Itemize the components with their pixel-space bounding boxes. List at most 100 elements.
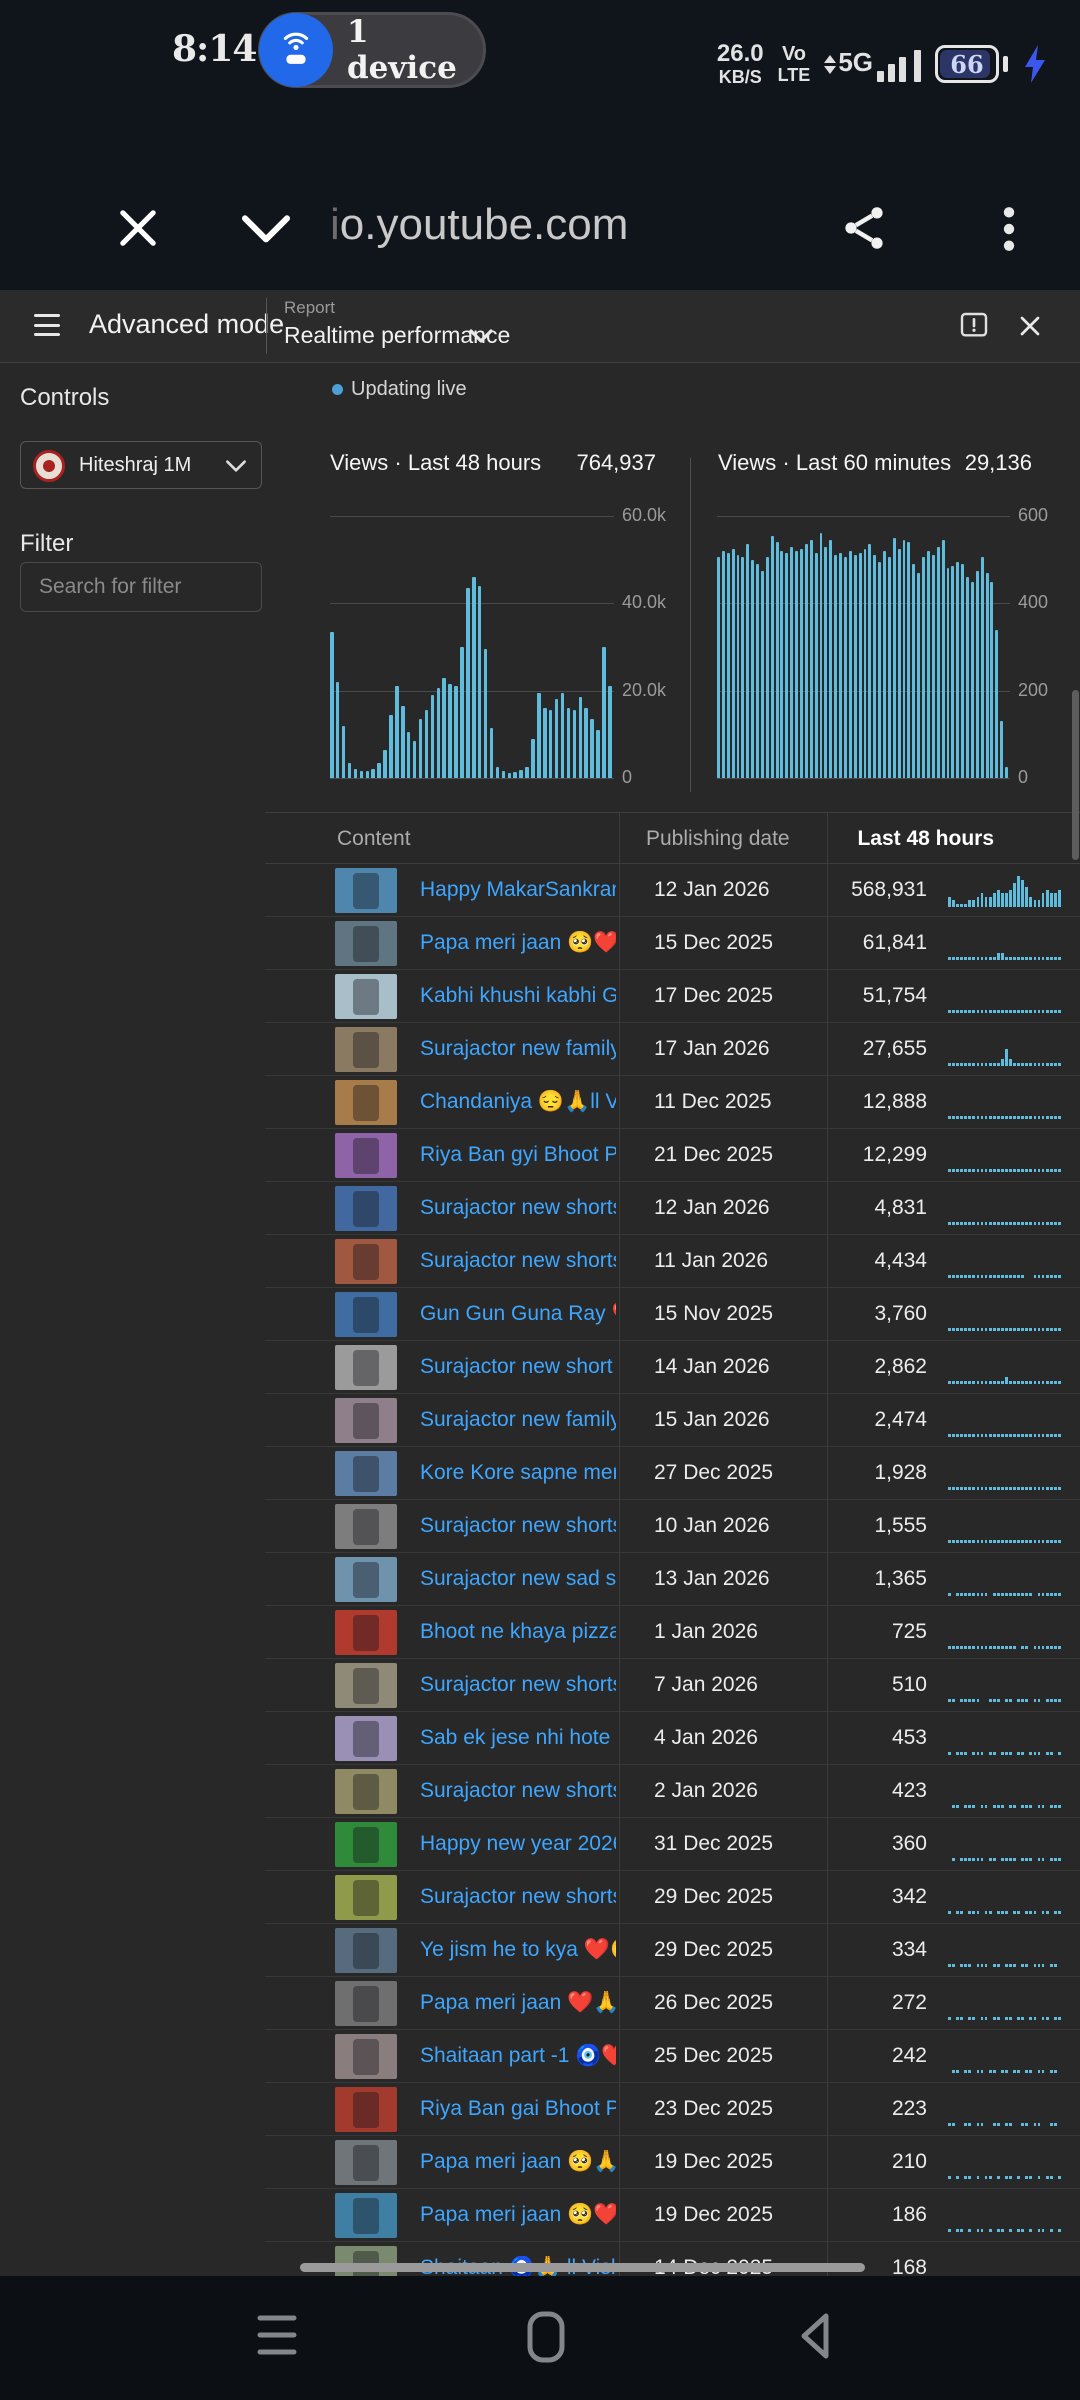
video-thumbnail[interactable]: [335, 1451, 397, 1496]
table-row[interactable]: Papa meri jaan 🥺❤️ll Vishal...15 Dec 202…: [265, 917, 1080, 970]
video-thumbnail[interactable]: [335, 1292, 397, 1337]
table-row[interactable]: Surajactor new shorts #suraj...11 Jan 20…: [265, 1235, 1080, 1288]
table-row[interactable]: Shaitaan part -1 🧿❤️ll Vish...25 Dec 202…: [265, 2030, 1080, 2083]
video-thumbnail[interactable]: [335, 1981, 397, 2026]
video-thumbnail[interactable]: [335, 1663, 397, 1708]
video-thumbnail[interactable]: [335, 1557, 397, 1602]
chart-bar[interactable]: [976, 571, 979, 778]
collapse-chevron-icon[interactable]: [238, 212, 294, 248]
video-title-link[interactable]: Surajactor new shorts #suraj...: [420, 1249, 616, 1273]
chart-bar[interactable]: [956, 562, 959, 778]
table-row[interactable]: Surajactor new sad shorts #...13 Jan 202…: [265, 1553, 1080, 1606]
chart-bar[interactable]: [525, 767, 529, 778]
video-thumbnail[interactable]: [335, 2034, 397, 2079]
video-thumbnail[interactable]: [335, 1769, 397, 1814]
chart-bar[interactable]: [898, 549, 901, 778]
chart-bar[interactable]: [961, 564, 964, 778]
chart-bar[interactable]: [496, 767, 500, 778]
chart-bar[interactable]: [785, 553, 788, 778]
table-row[interactable]: Kabhi khushi kabhi Gam ❤️...17 Dec 20255…: [265, 970, 1080, 1023]
video-thumbnail[interactable]: [335, 1027, 397, 1072]
chart-bar[interactable]: [389, 715, 393, 778]
chart-bar[interactable]: [888, 557, 891, 778]
video-title-link[interactable]: Kore Kore sapne mere 😍ll Vi...: [420, 1461, 616, 1485]
chart-bar[interactable]: [907, 542, 910, 778]
video-title-link[interactable]: Surajactor new family shorts ...: [420, 1037, 616, 1061]
chart-bar[interactable]: [912, 564, 915, 778]
chart-bar[interactable]: [722, 551, 725, 778]
recents-menu-icon[interactable]: [254, 2310, 300, 2365]
header-last-48-hours[interactable]: Last 48 hours: [857, 827, 994, 851]
chart-bar[interactable]: [878, 562, 881, 778]
video-title-link[interactable]: Surajactor new family shorts ...: [420, 1408, 616, 1432]
video-title-link[interactable]: Riya Ban gai Bhoot Part -4 ll ...: [420, 2097, 616, 2121]
url-text[interactable]: io.youtube.com: [330, 200, 628, 250]
close-tab-icon[interactable]: [112, 202, 164, 254]
chart-bar[interactable]: [751, 560, 754, 778]
video-title-link[interactable]: Papa meri jaan 🥺❤️ll Vishal...: [420, 931, 616, 955]
video-title-link[interactable]: Chandaniya 😔🙏ll Vishal Ra...: [420, 1090, 616, 1114]
chart-bar[interactable]: [839, 553, 842, 778]
chart-bar[interactable]: [502, 771, 506, 778]
chart-bar[interactable]: [366, 771, 370, 778]
channel-selector[interactable]: Hiteshraj 1M: [20, 441, 262, 489]
chart-bar[interactable]: [893, 538, 896, 778]
home-icon[interactable]: [524, 2310, 568, 2369]
chart-bar[interactable]: [454, 686, 458, 778]
chart-bar[interactable]: [995, 630, 998, 778]
table-row[interactable]: Surajactor new family shorts ...15 Jan 2…: [265, 1394, 1080, 1447]
table-row[interactable]: Bhoot ne khaya pizza 🍕😄ll ...1 Jan 20267…: [265, 1606, 1080, 1659]
table-row[interactable]: Surajactor new shorts #suraj...7 Jan 202…: [265, 1659, 1080, 1712]
chart-bar[interactable]: [466, 588, 470, 778]
chart-bar[interactable]: [584, 708, 588, 778]
share-icon[interactable]: [838, 202, 890, 254]
chart-bar[interactable]: [966, 577, 969, 778]
video-title-link[interactable]: Bhoot ne khaya pizza 🍕😄ll ...: [420, 1620, 616, 1644]
table-row[interactable]: Kore Kore sapne mere 😍ll Vi...27 Dec 202…: [265, 1447, 1080, 1500]
chart-bar[interactable]: [942, 540, 945, 778]
overflow-menu-icon[interactable]: [994, 204, 1024, 254]
chart-48h-plot[interactable]: 60.0k40.0k20.0k0: [330, 516, 614, 778]
video-title-link[interactable]: Papa meri jaan 🥺❤️ll Vishal...: [420, 2203, 616, 2227]
chart-bar[interactable]: [868, 544, 871, 778]
chart-bar[interactable]: [717, 557, 720, 778]
video-title-link[interactable]: Riya Ban gyi Bhoot Part - 4 ll ...: [420, 1143, 616, 1167]
chart-bar[interactable]: [596, 730, 600, 778]
video-thumbnail[interactable]: [335, 1080, 397, 1125]
chart-bar[interactable]: [442, 678, 446, 778]
video-title-link[interactable]: Surajactor new shorts #suraj...: [420, 1779, 616, 1803]
video-thumbnail[interactable]: [335, 1716, 397, 1761]
table-row[interactable]: Surajactor new shorts #suraj...12 Jan 20…: [265, 1182, 1080, 1235]
video-title-link[interactable]: Gun Gun Guna Ray ❤️😄ll Vi...: [420, 1302, 616, 1326]
chart-bar[interactable]: [602, 647, 606, 778]
chart-bar[interactable]: [484, 649, 488, 778]
chart-bar[interactable]: [371, 769, 375, 778]
chart-bar[interactable]: [766, 557, 769, 778]
chart-bar[interactable]: [537, 693, 541, 778]
chart-bar[interactable]: [903, 540, 906, 778]
chart-bar[interactable]: [947, 568, 950, 778]
table-row[interactable]: Sab ek jese nhi hote surajact...4 Jan 20…: [265, 1712, 1080, 1765]
table-row[interactable]: Papa meri jaan ❤️🙏ll Vishal...26 Dec 202…: [265, 1977, 1080, 2030]
chart-bar[interactable]: [513, 772, 517, 778]
chart-bar[interactable]: [834, 555, 837, 778]
video-thumbnail[interactable]: [335, 1186, 397, 1231]
video-thumbnail[interactable]: [335, 868, 397, 913]
table-row[interactable]: Surajactor new shorts #suraj...29 Dec 20…: [265, 1871, 1080, 1924]
video-thumbnail[interactable]: [335, 1610, 397, 1655]
feedback-icon[interactable]: [958, 310, 990, 342]
chart-bar[interactable]: [981, 557, 984, 778]
video-title-link[interactable]: Shaitaan part -1 🧿❤️ll Vish...: [420, 2044, 616, 2068]
video-thumbnail[interactable]: [335, 2087, 397, 2132]
chart-bar[interactable]: [431, 695, 435, 778]
video-thumbnail[interactable]: [335, 1822, 397, 1867]
table-row[interactable]: Riya Ban gai Bhoot Part -4 ll ...23 Dec …: [265, 2083, 1080, 2136]
report-chevron-icon[interactable]: [466, 326, 496, 351]
chart-bar[interactable]: [990, 582, 993, 779]
chart-bar[interactable]: [448, 684, 452, 778]
chart-bar[interactable]: [951, 566, 954, 778]
chart-bar[interactable]: [883, 551, 886, 778]
chart-bar[interactable]: [543, 708, 547, 778]
close-report-icon[interactable]: [1014, 310, 1046, 342]
table-row[interactable]: Surajactor new family shorts ...17 Jan 2…: [265, 1023, 1080, 1076]
